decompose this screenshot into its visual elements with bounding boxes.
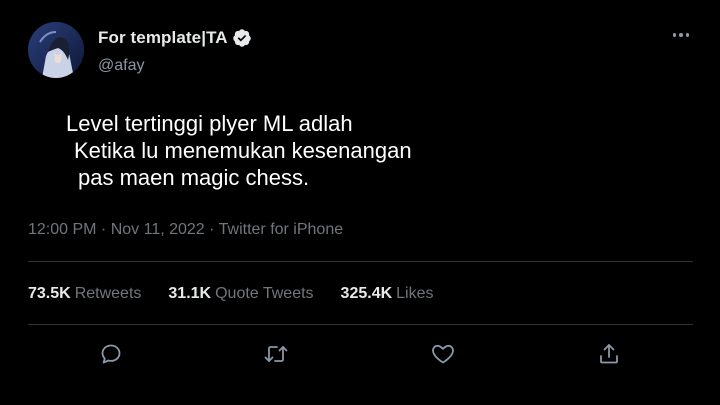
- tweet-timestamp[interactable]: 12:00 PM · Nov 11, 2022 · Twitter for iP…: [28, 221, 343, 239]
- retweets-count: 73.5K: [28, 285, 71, 302]
- avatar[interactable]: [28, 22, 84, 78]
- author-handle[interactable]: @afay: [98, 57, 144, 75]
- tweet-text-line: Level tertinggi plyer ML adlah: [66, 111, 353, 136]
- author-display-name[interactable]: For template|TA: [98, 28, 228, 48]
- likes-count: 325.4K: [340, 285, 393, 302]
- reply-icon[interactable]: [97, 340, 125, 368]
- quote-tweets-label: Quote Tweets: [215, 285, 314, 302]
- quote-tweets-stat[interactable]: 31.1K Quote Tweets: [168, 285, 313, 303]
- tweet-text-line: pas maen magic chess.: [78, 165, 310, 190]
- tweet-text: Level tertinggi plyer ML adlah Ketika lu…: [66, 110, 412, 191]
- quote-tweets-count: 31.1K: [168, 285, 212, 302]
- avatar-image: [28, 22, 84, 78]
- author-name-row[interactable]: For template|TA: [98, 27, 252, 49]
- like-icon[interactable]: [429, 340, 457, 368]
- tweet-card: For template|TA @afay Level tertinggi pl…: [0, 0, 720, 405]
- divider: [28, 261, 693, 262]
- verified-badge-icon: [232, 28, 252, 48]
- retweets-label: Retweets: [74, 285, 142, 302]
- divider: [28, 324, 693, 325]
- retweets-stat[interactable]: 73.5K Retweets: [28, 285, 141, 303]
- likes-stat[interactable]: 325.4K Likes: [341, 285, 434, 303]
- share-icon[interactable]: [595, 340, 623, 368]
- more-horizontal-icon[interactable]: [668, 26, 694, 44]
- tweet-text-line: Ketika lu menemukan kesenangan: [74, 138, 412, 163]
- likes-label: Likes: [396, 285, 434, 302]
- engagement-stats: 73.5K Retweets 31.1K Quote Tweets 325.4K Li…: [28, 285, 461, 303]
- retweet-icon[interactable]: [262, 340, 290, 368]
